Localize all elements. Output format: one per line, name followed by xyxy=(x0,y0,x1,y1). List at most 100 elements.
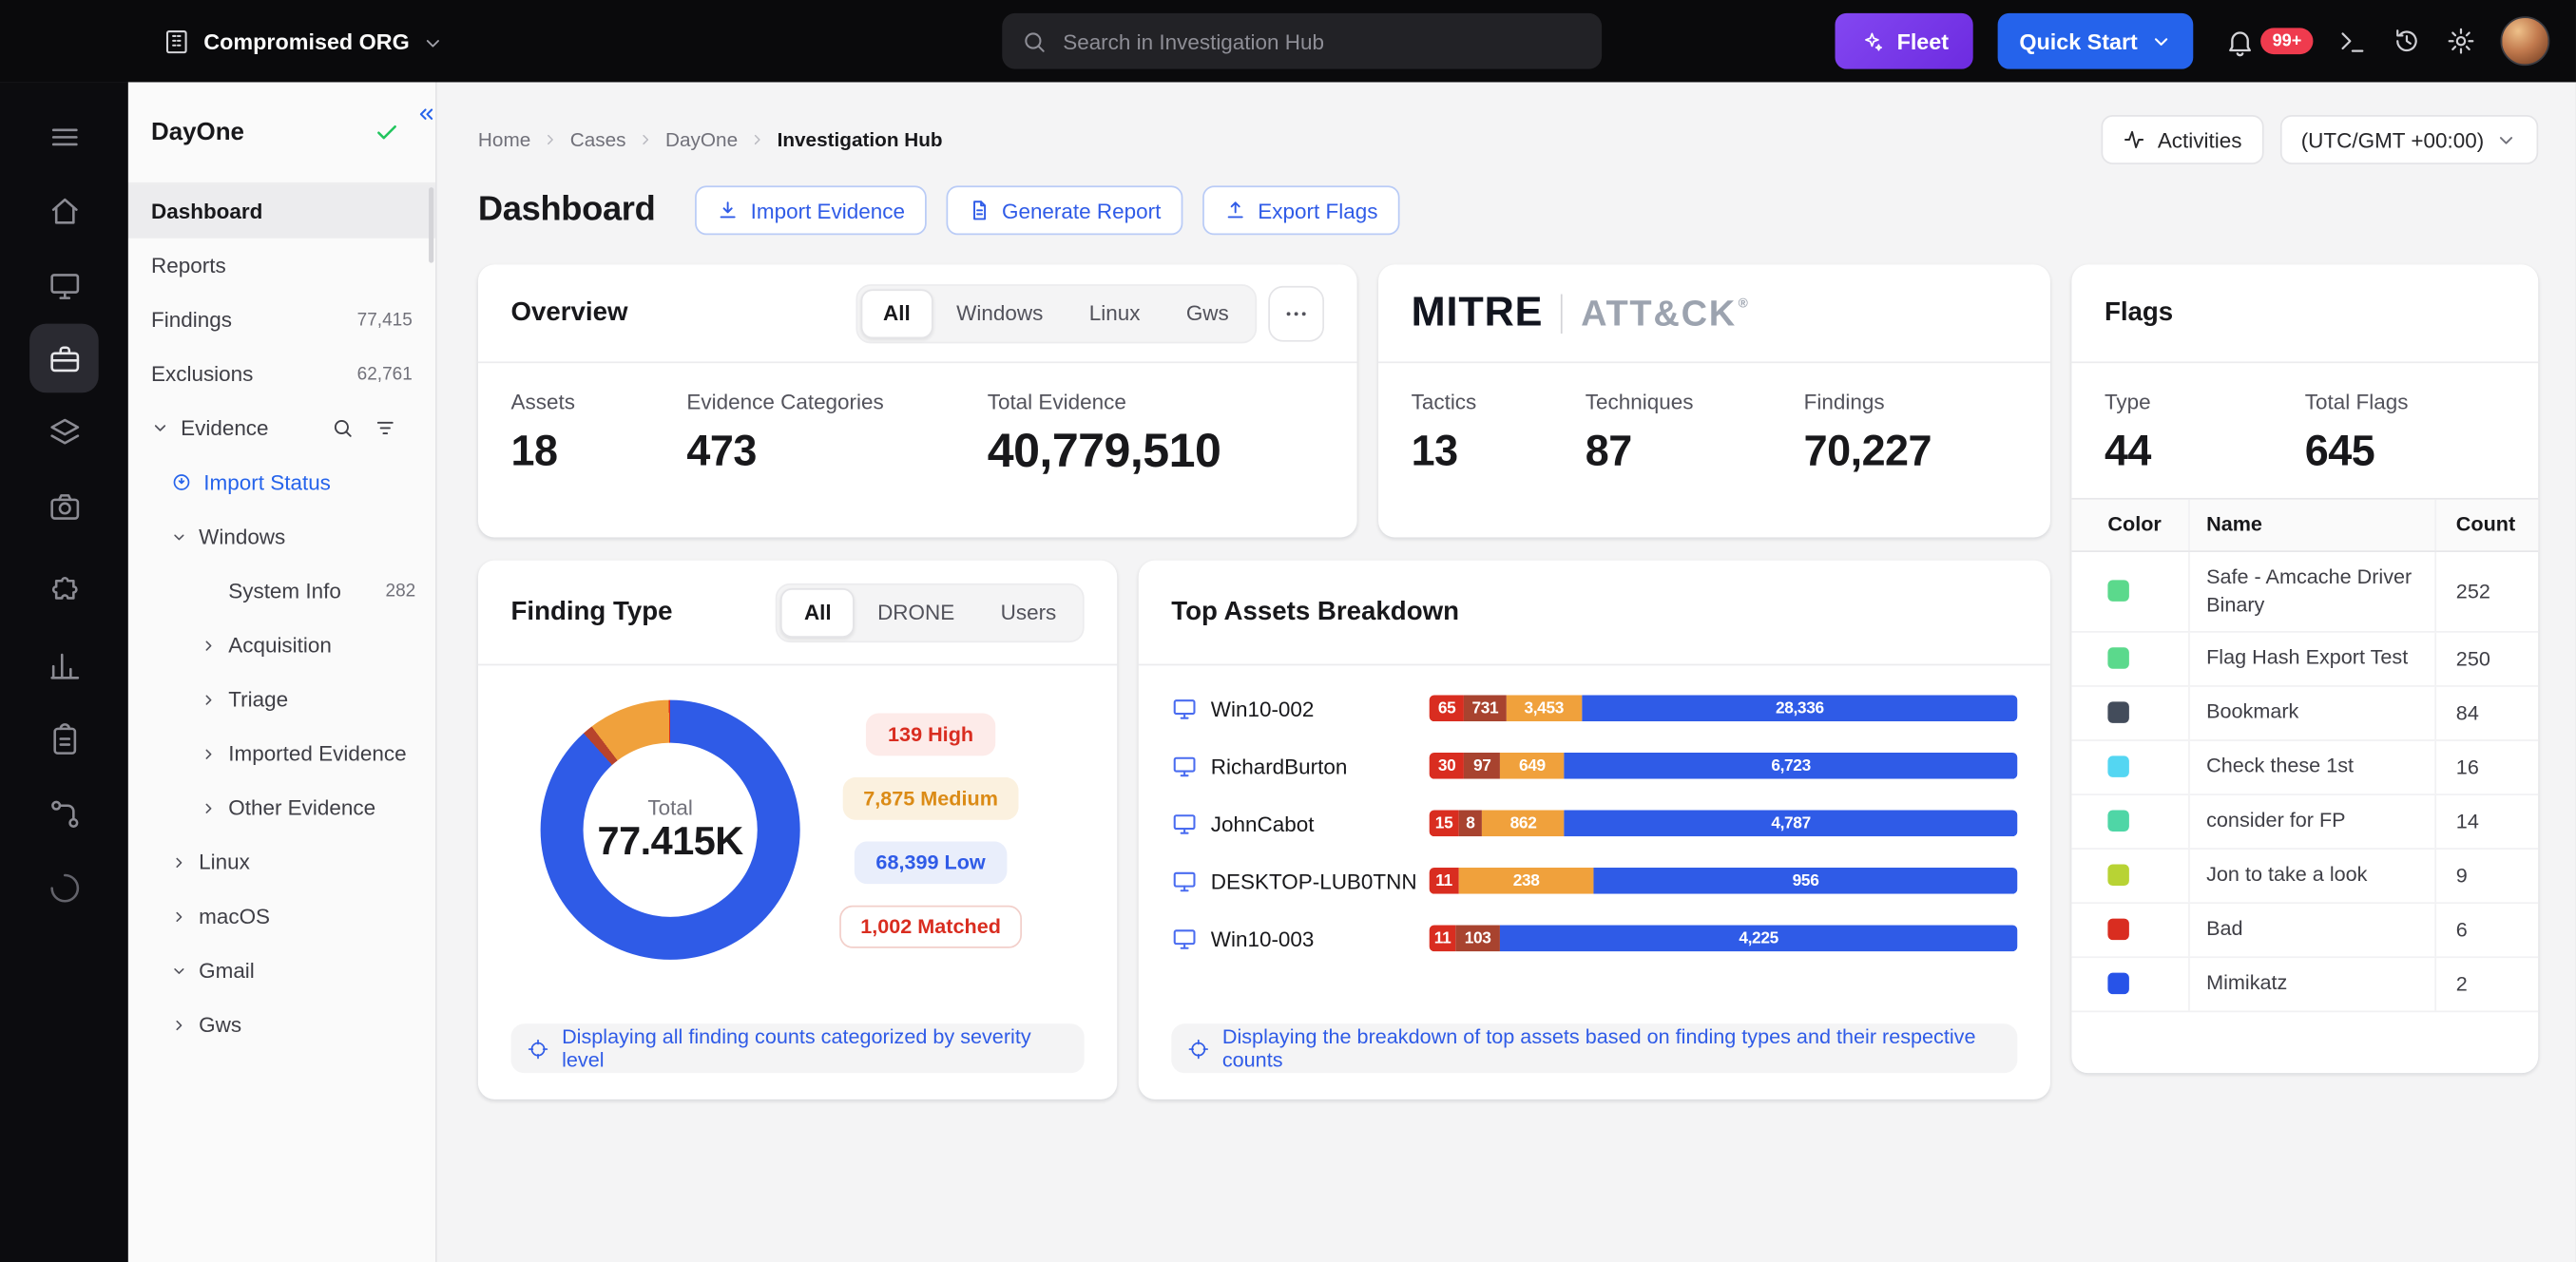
asset-row-johncabot[interactable]: JohnCabot1588624,787 xyxy=(1171,810,2017,836)
tree-item-linux[interactable]: Linux xyxy=(128,834,435,889)
tree-item-windows[interactable]: Windows xyxy=(128,509,435,564)
flag-color-swatch xyxy=(2107,811,2128,832)
endpoints-rail-button[interactable] xyxy=(29,250,99,319)
tree-item-other-evidence[interactable]: Other Evidence xyxy=(128,780,435,834)
flag-row-flag-hash-export-test[interactable]: Flag Hash Export Test250 xyxy=(2071,632,2538,686)
sidebar-scrollbar[interactable] xyxy=(429,187,433,263)
flag-row-jon-to-take-a-look[interactable]: Jon to take a look9 xyxy=(2071,849,2538,903)
tree-item-gmail[interactable]: Gmail xyxy=(128,944,435,998)
statistics-rail-button[interactable] xyxy=(29,631,99,700)
timezone-selector[interactable]: (UTC/GMT +00:00) xyxy=(2279,115,2538,164)
legend-pill-7-875-medium: 7,875 Medium xyxy=(842,776,1020,819)
sidebar-item-reports[interactable]: Reports xyxy=(128,239,435,293)
global-search[interactable] xyxy=(1002,13,1602,69)
flag-row-bookmark[interactable]: Bookmark84 xyxy=(2071,686,2538,740)
import-evidence-button[interactable]: Import Evidence xyxy=(695,185,927,235)
import-status-icon xyxy=(171,471,192,492)
chevron-down-icon xyxy=(2495,129,2516,150)
breadcrumb-dayone[interactable]: DayOne xyxy=(665,128,738,151)
sidebar-item-evidence[interactable]: Evidence xyxy=(128,401,435,455)
stat-findings: Findings70,227 xyxy=(1804,390,1932,477)
avatar[interactable] xyxy=(2500,16,2549,66)
tab-all[interactable]: All xyxy=(860,288,933,337)
bar-segment: 4,787 xyxy=(1565,810,2017,836)
asset-row-desktop-lub0tnn[interactable]: DESKTOP-LUB0TNN11238956 xyxy=(1171,868,2017,894)
snapshot-camera-rail-button[interactable] xyxy=(29,471,99,541)
sidebar-item-dashboard[interactable]: Dashboard xyxy=(128,184,435,239)
flags-table: ColorNameCountSafe - Amcache Driver Bina… xyxy=(2071,498,2538,1012)
ellipsis-icon xyxy=(1283,300,1310,327)
more-tabs-button[interactable] xyxy=(1268,285,1324,341)
activities-button[interactable]: Activities xyxy=(2102,115,2263,164)
export-flags-button[interactable]: Export Flags xyxy=(1202,185,1399,235)
loader-icon xyxy=(47,870,81,905)
breadcrumb-home[interactable]: Home xyxy=(478,128,530,151)
chevron-down-icon xyxy=(423,32,444,53)
history-button[interactable] xyxy=(2392,27,2421,56)
tasks-clipboard-icon xyxy=(47,722,81,756)
legend-pill-139-high: 139 High xyxy=(867,713,995,755)
stat-assets: Assets18 xyxy=(511,390,687,480)
search-input[interactable] xyxy=(1063,29,1582,53)
evidence-search-icon[interactable] xyxy=(332,417,353,438)
tasks-clipboard-rail-button[interactable] xyxy=(29,705,99,774)
evidence-filter-icon[interactable] xyxy=(375,417,395,438)
tree-item-imported-evidence[interactable]: Imported Evidence xyxy=(128,726,435,780)
settings-gear-button[interactable] xyxy=(2446,27,2475,56)
sidebar-item-findings[interactable]: Findings77,415 xyxy=(128,293,435,347)
sidebar-item-exclusions[interactable]: Exclusions62,761 xyxy=(128,347,435,401)
bar-segment: 28,336 xyxy=(1582,695,2017,721)
flag-row-mimikatz[interactable]: Mimikatz2 xyxy=(2071,957,2538,1011)
generate-report-button[interactable]: Generate Report xyxy=(946,185,1182,235)
evidence-layers-rail-button[interactable] xyxy=(29,397,99,467)
menu-rail-button[interactable] xyxy=(29,102,99,171)
asset-row-win10-003[interactable]: Win10-003111034,225 xyxy=(1171,926,2017,952)
breadcrumb-cases[interactable]: Cases xyxy=(570,128,626,151)
tab-drone[interactable]: DRONE xyxy=(855,587,978,637)
flag-row-consider-for-fp[interactable]: consider for FP14 xyxy=(2071,794,2538,849)
integrations-rail-button[interactable] xyxy=(29,557,99,626)
legend-pill-1-002-matched: 1,002 Matched xyxy=(839,905,1023,947)
overview-title: Overview xyxy=(511,298,628,328)
asset-row-richardburton[interactable]: RichardBurton30976496,723 xyxy=(1171,753,2017,779)
overview-stats: Assets18Evidence Categories473Total Evid… xyxy=(478,363,1357,480)
org-selector[interactable]: Compromised ORG xyxy=(163,0,444,82)
cases-rail-button[interactable] xyxy=(29,324,99,393)
bar-segment: 3,453 xyxy=(1506,695,1582,721)
flag-row-safe-amcache-driver-binary[interactable]: Safe - Amcache Driver Binary252 xyxy=(2071,552,2538,632)
tree-item-import-status[interactable]: Import Status xyxy=(128,455,435,509)
tab-linux[interactable]: Linux xyxy=(1067,288,1163,337)
tree-item-macos[interactable]: macOS xyxy=(128,889,435,943)
terminal-icon xyxy=(2337,27,2367,56)
top-assets-footnote: Displaying the breakdown of top assets b… xyxy=(1171,1023,2017,1073)
bar-segment: 649 xyxy=(1500,753,1565,779)
flag-row-check-these-1st[interactable]: Check these 1st16 xyxy=(2071,740,2538,794)
tree-item-system-info[interactable]: System Info282 xyxy=(128,564,435,618)
tab-users[interactable]: Users xyxy=(977,587,1079,637)
fleet-button[interactable]: Fleet xyxy=(1835,13,1973,69)
chevron-right-icon xyxy=(201,691,217,707)
tab-gws[interactable]: Gws xyxy=(1163,288,1252,337)
asset-row-win10-002[interactable]: Win10-002657313,45328,336 xyxy=(1171,695,2017,721)
activity-icon xyxy=(2124,128,2146,151)
organization-icon xyxy=(163,28,190,55)
collapse-sidebar-button[interactable] xyxy=(415,104,436,124)
tree-item-gws[interactable]: Gws xyxy=(128,998,435,1052)
terminal-button[interactable] xyxy=(2337,27,2367,56)
icon-rail xyxy=(0,82,128,1262)
loader-rail-button[interactable] xyxy=(29,852,99,922)
finding-type-tabs: AllDRONEUsers xyxy=(777,583,1085,641)
mitre-attack-card: MITRE ATT&CK® Tactics13Techniques87Findi… xyxy=(1378,264,2050,537)
chevron-down-icon xyxy=(171,962,187,978)
tab-all[interactable]: All xyxy=(781,587,855,637)
tab-windows[interactable]: Windows xyxy=(933,288,1067,337)
tree-item-acquisition[interactable]: Acquisition xyxy=(128,618,435,672)
home-rail-button[interactable] xyxy=(29,176,99,245)
settings-gear-icon xyxy=(2446,27,2475,56)
flags-table-header: ColorNameCount xyxy=(2071,498,2538,552)
quick-start-button[interactable]: Quick Start xyxy=(1998,13,2194,69)
notifications-button[interactable]: 99+ xyxy=(2224,26,2313,57)
workflows-rail-button[interactable] xyxy=(29,779,99,849)
flag-row-bad[interactable]: Bad6 xyxy=(2071,903,2538,957)
tree-item-triage[interactable]: Triage xyxy=(128,672,435,726)
